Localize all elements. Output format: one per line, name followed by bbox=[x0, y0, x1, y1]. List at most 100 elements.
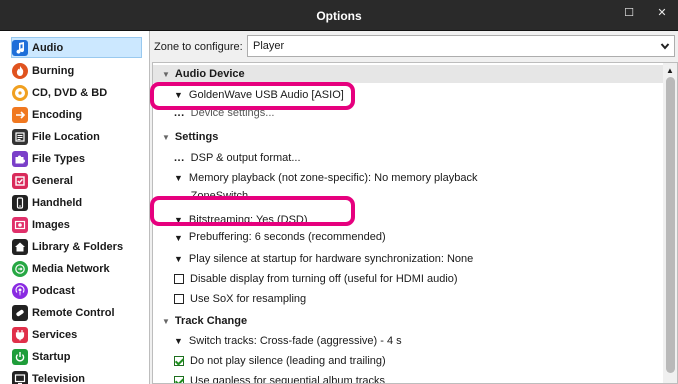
zone-label: Zone to configure: bbox=[154, 41, 243, 53]
option-label: DSP & output format... bbox=[190, 152, 301, 164]
option-label: Play silence at startup for hardware syn… bbox=[188, 253, 474, 265]
settings-tree: ▼ Audio Device ▼ GoldenWave USB Audio [A… bbox=[152, 62, 678, 384]
audio-device-option[interactable]: ▼ GoldenWave USB Audio [ASIO] bbox=[174, 86, 344, 104]
window-title: Options bbox=[316, 9, 362, 23]
sidebar-item-label: Library & Folders bbox=[32, 240, 124, 253]
sidebar-item-label: Television bbox=[32, 372, 85, 384]
sidebar-item-label: CD, DVD & BD bbox=[32, 86, 108, 99]
sidebar-item-label: Startup bbox=[32, 350, 71, 363]
option-label: Switch tracks: Cross-fade (aggressive) -… bbox=[188, 335, 402, 347]
checkbox-checked-icon bbox=[174, 376, 184, 383]
zone-select[interactable]: Player bbox=[247, 35, 675, 57]
collapse-icon: ▼ bbox=[162, 316, 170, 326]
sidebar-item-label: Burning bbox=[32, 64, 75, 77]
sidebar-item-label: Media Network bbox=[32, 262, 110, 275]
sidebar-item-library-folders[interactable]: Library & Folders bbox=[12, 236, 148, 257]
dsp-output-format-link[interactable]: ... DSP & output format... bbox=[174, 149, 301, 167]
sidebar-item-file-types[interactable]: File Types bbox=[12, 148, 148, 169]
prebuffering-option[interactable]: ▼ Prebuffering: 6 seconds (recommended) bbox=[174, 231, 386, 243]
option-label: Use gapless for sequential album tracks bbox=[190, 375, 386, 384]
sidebar-item-label: Services bbox=[32, 328, 78, 341]
sidebar-item-label: General bbox=[32, 174, 73, 187]
section-title: Settings bbox=[174, 131, 219, 143]
option-label: Use SoX for resampling bbox=[190, 293, 307, 305]
memory-playback-option[interactable]: ▼ Memory playback (not zone-specific): N… bbox=[174, 169, 477, 187]
remote-icon bbox=[12, 304, 28, 321]
sidebar-item-label: Remote Control bbox=[32, 306, 115, 319]
section-title: Track Change bbox=[174, 315, 248, 327]
no-silence-checkbox[interactable]: Do not play silence (leading and trailin… bbox=[174, 352, 386, 370]
sidebar-item-audio[interactable]: Audio bbox=[11, 37, 142, 58]
checkbox-unchecked-icon bbox=[174, 294, 184, 304]
sidebar-item-label: Images bbox=[32, 218, 70, 231]
scrollbar-thumb[interactable] bbox=[666, 77, 675, 373]
sidebar-item-cd-dvd-bd[interactable]: CD, DVD & BD bbox=[12, 82, 148, 103]
sidebar-item-remote-control[interactable]: Remote Control bbox=[12, 302, 148, 323]
sidebar-item-startup[interactable]: Startup bbox=[12, 346, 148, 367]
options-sidebar: Audio Burning CD, DVD & BD Encoding File… bbox=[0, 31, 150, 384]
section-track-change[interactable]: ▼ Track Change bbox=[162, 312, 247, 330]
close-icon: ✕ bbox=[657, 6, 667, 19]
collapse-icon: ▼ bbox=[162, 132, 170, 142]
sidebar-item-general[interactable]: General bbox=[12, 170, 148, 191]
puzzle-icon bbox=[12, 150, 28, 167]
sidebar-item-file-location[interactable]: File Location bbox=[12, 126, 148, 147]
sidebar-item-services[interactable]: Services bbox=[12, 324, 148, 345]
title-bar: Options ☐ ✕ bbox=[0, 0, 678, 31]
zone-select-value: Player bbox=[253, 40, 285, 52]
options-content: Zone to configure: Player ▼ Audio Device… bbox=[151, 31, 678, 384]
general-icon bbox=[12, 172, 28, 189]
sidebar-item-handheld[interactable]: Handheld bbox=[12, 192, 148, 213]
podcast-icon bbox=[12, 282, 28, 299]
sidebar-item-images[interactable]: Images bbox=[12, 214, 148, 235]
dropdown-arrow-icon: ▼ bbox=[174, 173, 183, 183]
power-icon bbox=[12, 348, 28, 365]
images-icon bbox=[12, 216, 28, 233]
sidebar-item-label: Handheld bbox=[32, 196, 83, 209]
option-label: Do not play silence (leading and trailin… bbox=[190, 355, 386, 367]
sidebar-item-label: Encoding bbox=[32, 108, 83, 121]
dropdown-arrow-icon: ▼ bbox=[174, 336, 183, 346]
ellipsis-icon: ... bbox=[174, 152, 185, 164]
handheld-icon bbox=[12, 194, 28, 211]
device-settings-link[interactable]: ... Device settings... bbox=[174, 107, 274, 119]
use-sox-checkbox[interactable]: Use SoX for resampling bbox=[174, 290, 306, 308]
file-location-icon bbox=[12, 128, 28, 145]
library-icon bbox=[12, 238, 28, 255]
sidebar-item-podcast[interactable]: Podcast bbox=[12, 280, 148, 301]
plug-icon bbox=[12, 326, 28, 343]
gapless-checkbox[interactable]: Use gapless for sequential album tracks bbox=[174, 372, 386, 384]
section-title: Audio Device bbox=[174, 68, 245, 80]
option-label: ZoneSwitch bbox=[190, 190, 249, 200]
close-button[interactable]: ✕ bbox=[645, 0, 678, 24]
checkbox-unchecked-icon bbox=[174, 274, 184, 284]
maximize-button[interactable]: ☐ bbox=[612, 0, 646, 24]
zoneswitch-link[interactable]: ... ZoneSwitch bbox=[174, 190, 248, 200]
option-label: Device settings... bbox=[190, 107, 275, 119]
disable-display-checkbox[interactable]: Disable display from turning off (useful… bbox=[174, 270, 458, 288]
vertical-scrollbar[interactable]: ▲ bbox=[663, 63, 677, 383]
sidebar-item-label: File Location bbox=[32, 130, 100, 143]
options-window: Options ☐ ✕ Audio Burning CD, DVD & BD E… bbox=[0, 0, 678, 384]
dropdown-arrow-icon: ▼ bbox=[174, 215, 183, 225]
switch-tracks-option[interactable]: ▼ Switch tracks: Cross-fade (aggressive)… bbox=[174, 332, 402, 350]
bitstreaming-option[interactable]: ▼ Bitstreaming: Yes (DSD) bbox=[174, 211, 308, 229]
chevron-down-icon bbox=[659, 40, 671, 52]
dropdown-arrow-icon: ▼ bbox=[174, 233, 183, 243]
fire-icon bbox=[12, 62, 28, 79]
option-label: Disable display from turning off (useful… bbox=[190, 273, 458, 285]
sidebar-item-television[interactable]: Television bbox=[12, 368, 148, 384]
maximize-icon: ☐ bbox=[624, 6, 634, 19]
section-audio-device[interactable]: ▼ Audio Device bbox=[153, 65, 664, 83]
option-label: Prebuffering: 6 seconds (recommended) bbox=[188, 231, 386, 243]
network-icon bbox=[12, 260, 28, 277]
option-label: Memory playback (not zone-specific): No … bbox=[188, 172, 478, 184]
sidebar-item-encoding[interactable]: Encoding bbox=[12, 104, 148, 125]
sidebar-item-burning[interactable]: Burning bbox=[12, 60, 148, 81]
play-silence-option[interactable]: ▼ Play silence at startup for hardware s… bbox=[174, 250, 473, 268]
dropdown-arrow-icon: ▼ bbox=[174, 254, 183, 264]
sidebar-item-media-network[interactable]: Media Network bbox=[12, 258, 148, 279]
television-icon bbox=[12, 370, 28, 384]
scroll-up-icon[interactable]: ▲ bbox=[663, 65, 677, 75]
section-settings[interactable]: ▼ Settings bbox=[162, 128, 218, 146]
